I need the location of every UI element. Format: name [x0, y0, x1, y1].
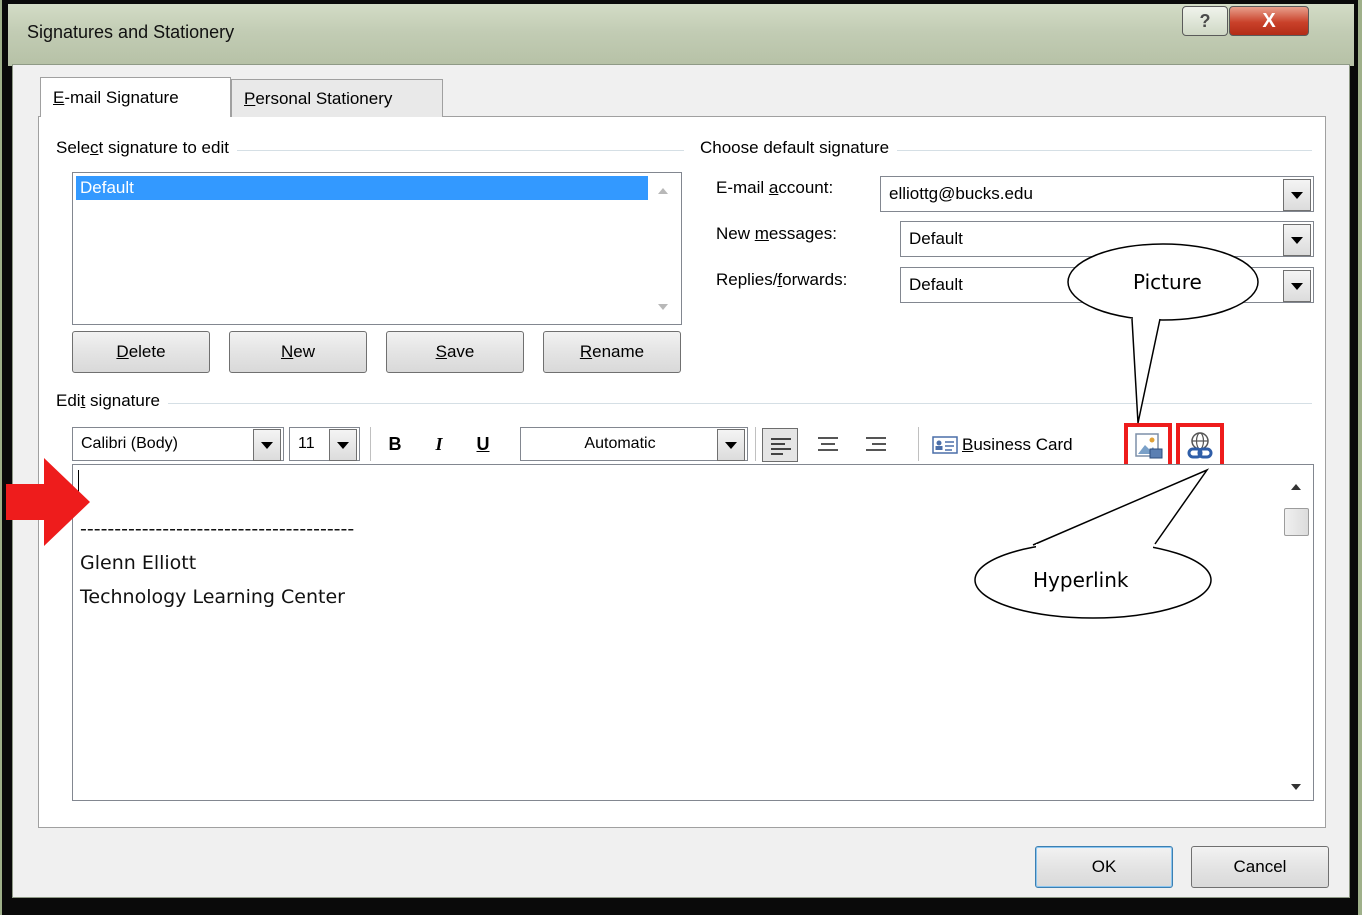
picture-callout-label: Picture	[1133, 270, 1202, 294]
picture-callout-pointer	[1131, 318, 1161, 424]
hyperlink-callout-pointer	[1032, 468, 1210, 546]
hyperlink-callout-label: Hyperlink	[1033, 568, 1129, 592]
red-arrow-icon	[6, 458, 90, 546]
tab-accel: E	[53, 87, 65, 107]
tab-label: -mail Signature	[64, 87, 179, 107]
tab-email-signature[interactable]: E -mail Signature	[40, 77, 231, 117]
annotation-overlay	[6, 243, 1259, 619]
